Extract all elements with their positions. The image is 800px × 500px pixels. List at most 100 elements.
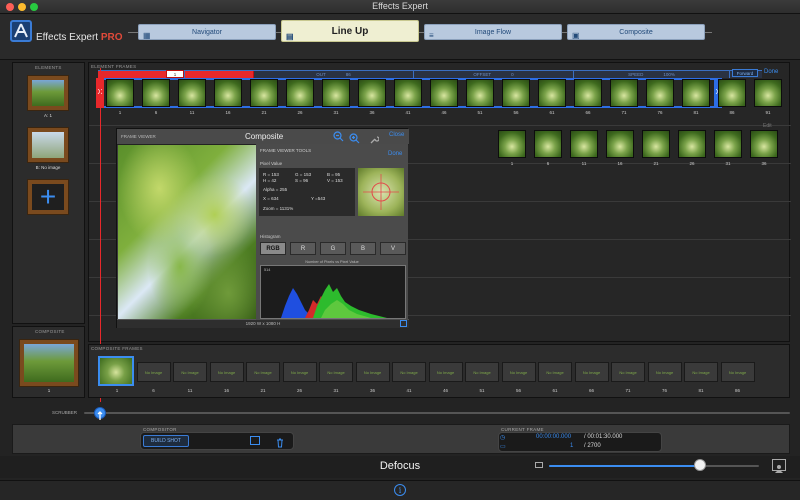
tab-image-flow[interactable]: ≡ Image Flow bbox=[424, 24, 562, 40]
histogram-mode-v[interactable]: V bbox=[380, 242, 406, 255]
frame-thumbnail[interactable] bbox=[570, 130, 598, 158]
edit-label[interactable]: Edit bbox=[763, 123, 772, 129]
element-b[interactable] bbox=[27, 127, 69, 163]
frame-thumbnail[interactable] bbox=[430, 79, 458, 107]
composite-frame-placeholder[interactable]: No Image bbox=[501, 362, 536, 382]
add-element-button[interactable]: + bbox=[27, 179, 69, 215]
composite-frame-number: 66 bbox=[588, 388, 594, 393]
composite-label: COMPOSITE bbox=[35, 329, 65, 334]
frame-thumbnail[interactable] bbox=[642, 130, 670, 158]
composite-frame-placeholder[interactable]: No Image bbox=[355, 362, 390, 382]
composite-frame-placeholder[interactable]: No Image bbox=[538, 362, 572, 382]
pixel-value-readout: R = 153 G = 153 B = 95 H = 42 S = 96 V =… bbox=[259, 168, 355, 216]
app-window: Effects Expert Effects Expert PRO ▦ Navi… bbox=[0, 0, 800, 500]
composite-frame-current[interactable] bbox=[98, 356, 134, 386]
frame-thumbnail[interactable] bbox=[574, 79, 602, 107]
frame-thumbnail[interactable] bbox=[646, 79, 674, 107]
composite-frame-placeholder[interactable]: No Image bbox=[282, 362, 317, 382]
composite-frame-placeholder[interactable]: No Image bbox=[574, 362, 609, 382]
histogram-mode-b[interactable]: B bbox=[350, 242, 376, 255]
element-a[interactable] bbox=[27, 75, 69, 111]
composite-frame-placeholder[interactable]: No Image bbox=[611, 362, 645, 382]
speed-segment[interactable]: SPEED 100% bbox=[574, 71, 730, 78]
frame-thumbnail[interactable] bbox=[538, 79, 566, 107]
composite-frame-placeholder[interactable]: No Image bbox=[173, 362, 207, 382]
offset-segment[interactable]: OFFSET 0 bbox=[414, 71, 574, 78]
frame-thumbnail[interactable] bbox=[214, 79, 242, 107]
scrubber-track[interactable] bbox=[84, 412, 790, 414]
frame-thumbnail[interactable] bbox=[750, 130, 778, 158]
composite-frame-placeholder[interactable]: No Image bbox=[465, 362, 499, 382]
frame-thumbnail[interactable] bbox=[534, 130, 562, 158]
tab-composite[interactable]: ▣ Composite bbox=[567, 24, 705, 40]
frame-viewer-close-button[interactable]: Close bbox=[389, 132, 404, 138]
composite-frame-placeholder[interactable]: No Image bbox=[428, 362, 463, 382]
histogram-mode-rgb[interactable]: RGB bbox=[260, 242, 286, 255]
frame-number-label: 21 bbox=[653, 161, 659, 166]
frame-thumbnail[interactable] bbox=[718, 79, 746, 107]
timecode[interactable]: 00:00:00.000 bbox=[536, 434, 571, 440]
frame-thumbnail[interactable] bbox=[178, 79, 206, 107]
frame-number-label: 11 bbox=[581, 161, 587, 166]
histogram-mode-g[interactable]: G bbox=[320, 242, 346, 255]
frame-thumbnail[interactable] bbox=[606, 130, 634, 158]
zoom-loupe[interactable] bbox=[358, 168, 404, 216]
frame-viewer-footer: 1920 W x 1080 H bbox=[117, 319, 409, 328]
frame-number-label: 71 bbox=[621, 110, 627, 115]
frame-number-label: 36 bbox=[761, 161, 767, 166]
composite-thumbnail[interactable] bbox=[19, 339, 79, 387]
frame-thumbnail[interactable] bbox=[322, 79, 350, 107]
build-shot-button[interactable]: BUILD SHOT bbox=[143, 435, 189, 447]
window-icon[interactable] bbox=[250, 436, 260, 445]
frame-number-label: 21 bbox=[261, 110, 267, 115]
frame-thumbnail[interactable] bbox=[682, 79, 710, 107]
frame-number-label: 6 bbox=[154, 110, 158, 115]
composite-frames-label: COMPOSITE FRAMES bbox=[91, 346, 143, 351]
frame-thumbnail[interactable] bbox=[358, 79, 386, 107]
tab-navigator[interactable]: ▦ Navigator bbox=[138, 24, 276, 40]
composite-frame-placeholder[interactable]: No Image bbox=[392, 362, 426, 382]
zoom-out-icon[interactable] bbox=[333, 131, 344, 145]
frame-thumbnail[interactable] bbox=[142, 79, 170, 107]
composite-frame-placeholder[interactable]: No Image bbox=[246, 362, 280, 382]
frame-number-label: 66 bbox=[585, 110, 591, 115]
strip-done-button[interactable]: Done bbox=[764, 69, 778, 75]
frame-thumbnail[interactable] bbox=[714, 130, 742, 158]
grid-icon: ▦ bbox=[143, 31, 151, 40]
composite-frame-placeholder[interactable]: No Image bbox=[647, 362, 682, 382]
composite-frame-number: 46 bbox=[442, 388, 448, 393]
current-frame-number[interactable]: 1 bbox=[570, 443, 573, 449]
in-value[interactable]: 1 bbox=[166, 70, 184, 78]
composite-frame-number: 51 bbox=[479, 388, 485, 393]
frame-thumbnail[interactable] bbox=[498, 130, 526, 158]
composite-frame-placeholder[interactable]: No Image bbox=[136, 362, 171, 382]
frame-thumbnail[interactable] bbox=[502, 79, 530, 107]
composite-frame-number: 76 bbox=[661, 388, 667, 393]
out-segment[interactable]: OUT 86 bbox=[254, 71, 414, 78]
composite-frame-placeholder[interactable]: No Image bbox=[720, 362, 755, 382]
trash-icon[interactable] bbox=[276, 435, 284, 453]
scrubber-knob[interactable] bbox=[94, 407, 106, 420]
composite-frame-number: 26 bbox=[296, 388, 302, 393]
pixel-b: B = 95 bbox=[327, 172, 341, 177]
pixel-zoom: Zoom = 1131% bbox=[263, 206, 294, 211]
frame-thumbnail[interactable] bbox=[610, 79, 638, 107]
frame-thumbnail[interactable] bbox=[466, 79, 494, 107]
frame-thumbnail[interactable] bbox=[678, 130, 706, 158]
tools-done-button[interactable]: Done bbox=[388, 151, 402, 157]
frame-thumbnail[interactable] bbox=[250, 79, 278, 107]
frame-preview-image[interactable] bbox=[118, 145, 256, 319]
composite-frame-placeholder[interactable]: No Image bbox=[319, 362, 353, 382]
composite-frame-placeholder[interactable]: No Image bbox=[684, 362, 718, 382]
tab-line-up[interactable]: ▤ Line Up bbox=[281, 20, 419, 42]
info-icon[interactable]: i bbox=[394, 484, 406, 496]
frame-thumbnail[interactable] bbox=[286, 79, 314, 107]
composite-frame-placeholder[interactable]: No Image bbox=[209, 362, 244, 382]
direction-button[interactable]: Forward bbox=[732, 69, 758, 77]
histogram-mode-r[interactable]: R bbox=[290, 242, 316, 255]
resize-icon[interactable] bbox=[400, 320, 407, 327]
frame-thumbnail[interactable] bbox=[106, 79, 134, 107]
frame-thumbnail[interactable] bbox=[754, 79, 782, 107]
frame-number-label: 56 bbox=[513, 110, 519, 115]
frame-thumbnail[interactable] bbox=[394, 79, 422, 107]
